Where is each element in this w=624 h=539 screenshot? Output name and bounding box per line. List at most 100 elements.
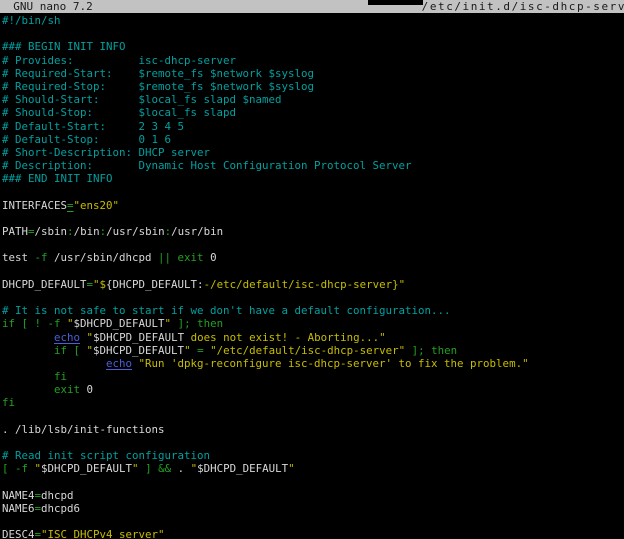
code-line[interactable]: # Short-Description: DHCP server (2, 146, 624, 159)
code-line[interactable] (2, 238, 624, 251)
code-segment: /usr/sbin/dhcpd (48, 251, 159, 264)
code-line[interactable] (2, 436, 624, 449)
code-segment: "$ (93, 278, 106, 291)
code-segment: NAME4 (2, 489, 35, 502)
code-segment: ] && (139, 462, 178, 475)
code-line[interactable] (2, 291, 624, 304)
code-segment: does not exist! - Aborting..." (184, 331, 386, 344)
code-segment (2, 344, 54, 357)
code-line[interactable]: DHCPD_DEFAULT="${DHCPD_DEFAULT:-/etc/def… (2, 278, 624, 291)
code-segment: PATH (2, 225, 28, 238)
code-segment: -/etc/default/isc-dhcp-server}" (204, 278, 406, 291)
code-line[interactable]: ### END INIT INFO (2, 172, 624, 185)
code-line[interactable]: PATH=/sbin:/bin:/usr/sbin:/usr/bin (2, 225, 624, 238)
code-line[interactable]: NAME6=dhcpd6 (2, 502, 624, 515)
code-segment: dhcpd (41, 489, 74, 502)
code-segment: # Required-Stop: $remote_fs $network $sy… (2, 80, 314, 93)
code-segment (2, 383, 54, 396)
code-line[interactable] (2, 265, 624, 278)
code-line[interactable]: INTERFACES="ens20" (2, 199, 624, 212)
nano-titlebar: GNU nano 7.2 /etc/init.d/isc-dhcp-serv (0, 0, 624, 13)
code-segment: || exit (158, 251, 204, 264)
code-segment: INTERFACES (2, 199, 67, 212)
code-segment: fi (2, 396, 15, 409)
code-line[interactable] (2, 410, 624, 423)
code-line[interactable]: test -f /usr/sbin/dhcpd || exit 0 (2, 251, 624, 264)
code-segment: # Read init script configuration (2, 449, 210, 462)
code-segment: # Should-Start: $local_fs slapd $named (2, 93, 282, 106)
code-segment: # Default-Stop: 0 1 6 (2, 133, 171, 146)
code-segment: echo (106, 357, 132, 370)
code-segment: " (288, 462, 295, 475)
code-segment: "ISC DHCPv4 server" (41, 528, 165, 539)
code-line[interactable]: # Description: Dynamic Host Configuratio… (2, 159, 624, 172)
code-segment (2, 370, 54, 383)
code-segment: ]; then (171, 317, 223, 330)
code-line[interactable]: # Should-Stop: $local_fs slapd (2, 106, 624, 119)
code-line[interactable]: # Provides: isc-dhcp-server (2, 54, 624, 67)
code-segment: ]; then (405, 344, 457, 357)
code-segment: # Default-Start: 2 3 4 5 (2, 120, 184, 133)
code-line[interactable]: echo "$DHCPD_DEFAULT does not exist! - A… (2, 331, 624, 344)
code-line[interactable]: #!/bin/sh (2, 14, 624, 27)
code-line[interactable]: if [ ! -f "$DHCPD_DEFAULT" ]; then (2, 317, 624, 330)
code-segment: "ens20" (74, 199, 120, 212)
code-segment: 0 (204, 251, 217, 264)
code-line[interactable]: # Should-Start: $local_fs slapd $named (2, 93, 624, 106)
code-segment: ### BEGIN INIT INFO (2, 40, 126, 53)
code-segment: $DHCPD_DEFAULT (93, 331, 184, 344)
code-line[interactable]: ### BEGIN INIT INFO (2, 40, 624, 53)
code-line[interactable]: # Default-Start: 2 3 4 5 (2, 120, 624, 133)
terminal-screen: { "app": { "titlebar_left": " GNU nano 7… (0, 0, 624, 539)
code-segment: NAME6 (2, 502, 35, 515)
code-line[interactable]: fi (2, 396, 624, 409)
code-segment: exit (54, 383, 80, 396)
code-line[interactable]: echo "Run 'dpkg-reconfigure isc-dhcp-ser… (2, 357, 624, 370)
code-segment: # It is not safe to start if we don't ha… (2, 304, 451, 317)
code-segment: "/etc/default/isc-dhcp-server" (210, 344, 405, 357)
code-segment: echo (54, 331, 80, 344)
code-segment: #!/bin/sh (2, 14, 61, 27)
code-segment: $DHCPD_DEFAULT (93, 344, 184, 357)
code-segment: $DHCPD_DEFAULT (41, 462, 132, 475)
screen-artifact (368, 0, 423, 5)
code-segment: . (178, 462, 191, 475)
code-segment: /usr/bin (171, 225, 223, 238)
code-segment: {DHCPD_DEFAULT: (106, 278, 204, 291)
code-line[interactable]: # Required-Start: $remote_fs $network $s… (2, 67, 624, 80)
code-line[interactable]: if [ "$DHCPD_DEFAULT" = "/etc/default/is… (2, 344, 624, 357)
code-segment: dhcpd6 (41, 502, 80, 515)
code-line[interactable]: . /lib/lsb/init-functions (2, 423, 624, 436)
editor-area[interactable]: #!/bin/sh ### BEGIN INIT INFO# Provides: … (2, 14, 624, 539)
app-version-label: GNU nano 7.2 (0, 0, 93, 13)
code-segment: = (191, 344, 211, 357)
code-line[interactable]: # Read init script configuration (2, 449, 624, 462)
code-segment: test (2, 251, 35, 264)
code-segment: $DHCPD_DEFAULT (197, 462, 288, 475)
code-line[interactable] (2, 515, 624, 528)
code-line[interactable] (2, 185, 624, 198)
code-line[interactable] (2, 212, 624, 225)
code-line[interactable]: exit 0 (2, 383, 624, 396)
code-line[interactable]: [ -f "$DHCPD_DEFAULT" ] && . "$DHCPD_DEF… (2, 462, 624, 475)
code-segment: # Provides: isc-dhcp-server (2, 54, 236, 67)
code-line[interactable]: fi (2, 370, 624, 383)
code-line[interactable]: NAME4=dhcpd (2, 489, 624, 502)
code-segment: DHCPD_DEFAULT (2, 278, 87, 291)
file-path-label: /etc/init.d/isc-dhcp-serv (422, 0, 624, 13)
code-line[interactable] (2, 27, 624, 40)
code-line[interactable]: # Default-Stop: 0 1 6 (2, 133, 624, 146)
code-segment: if [ (54, 344, 87, 357)
code-segment: fi (54, 370, 67, 383)
code-line[interactable]: DESC4="ISC DHCPv4 server" (2, 528, 624, 539)
code-line[interactable]: # It is not safe to start if we don't ha… (2, 304, 624, 317)
code-line[interactable]: # Required-Stop: $remote_fs $network $sy… (2, 80, 624, 93)
code-segment: /sbin (35, 225, 68, 238)
code-line[interactable] (2, 476, 624, 489)
code-segment: /usr/sbin (106, 225, 165, 238)
code-segment: # Description: Dynamic Host Configuratio… (2, 159, 412, 172)
code-segment: # Required-Start: $remote_fs $network $s… (2, 67, 314, 80)
code-segment: $DHCPD_DEFAULT (74, 317, 165, 330)
code-segment: # Should-Stop: $local_fs slapd (2, 106, 236, 119)
code-segment: "Run 'dpkg-reconfigure isc-dhcp-server' … (139, 357, 529, 370)
